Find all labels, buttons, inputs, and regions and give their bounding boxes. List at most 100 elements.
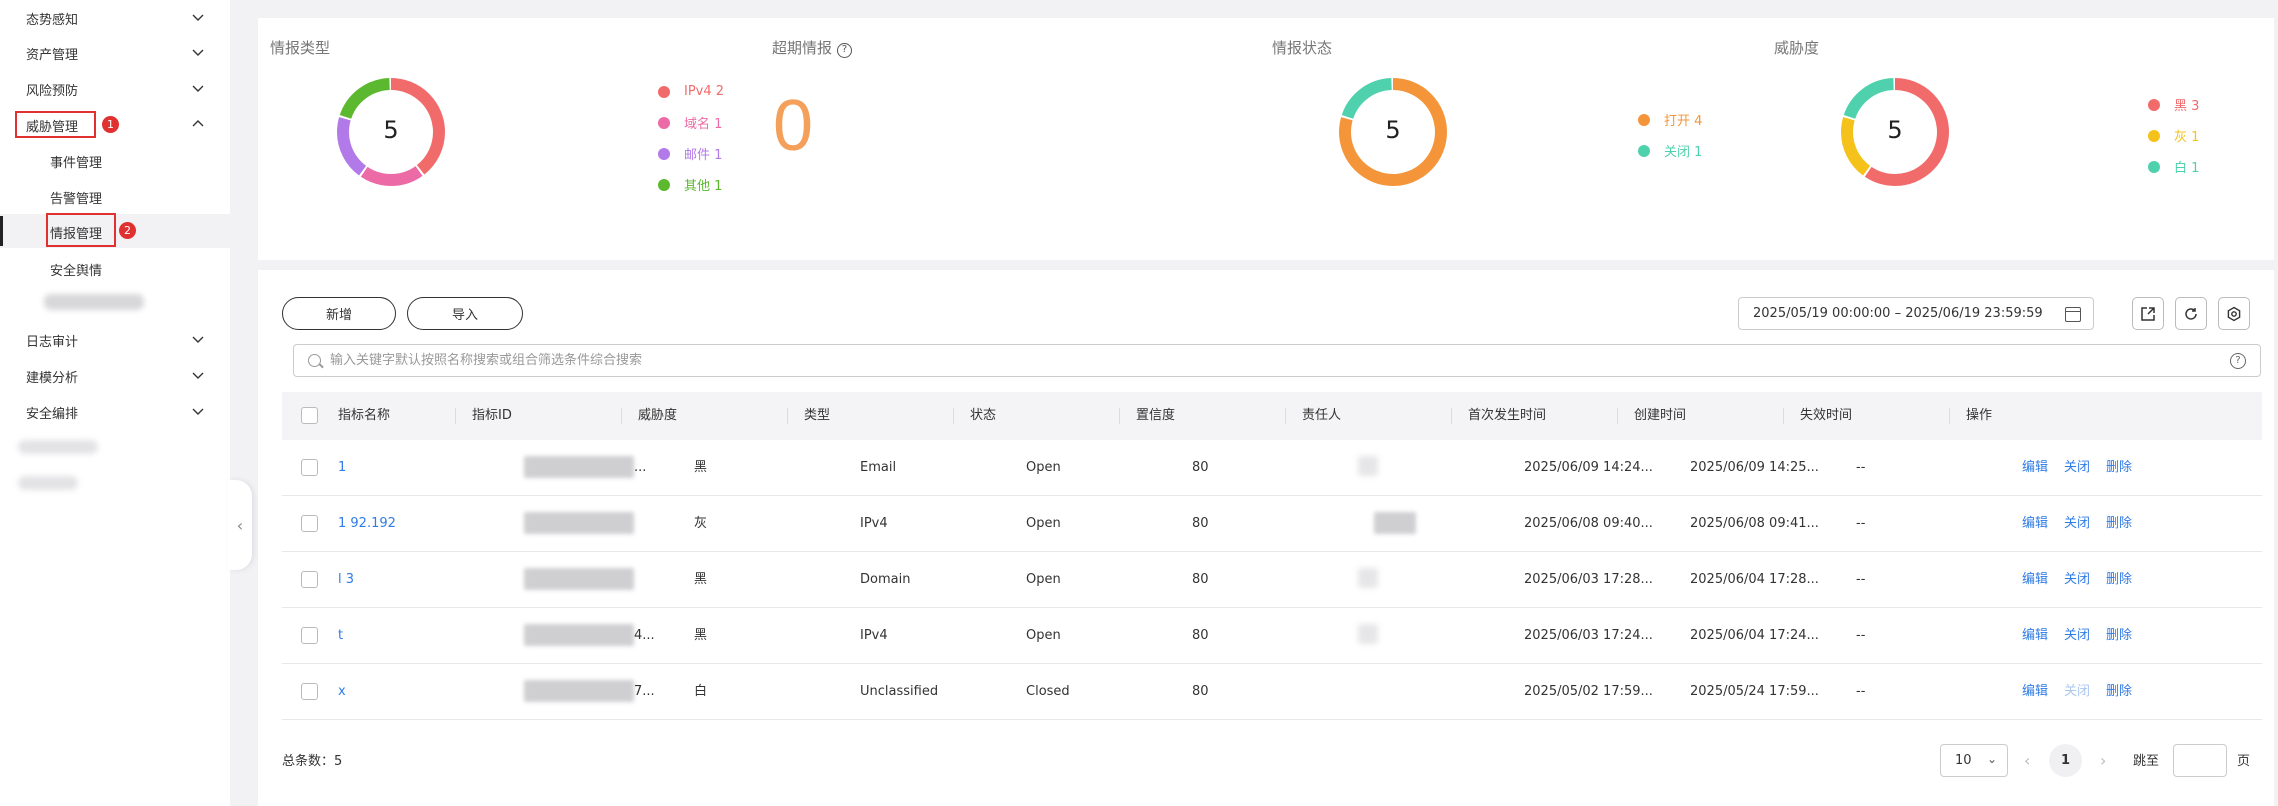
redacted-owner xyxy=(1358,456,1378,476)
legend-item[interactable]: 打开 4 xyxy=(1638,104,1702,135)
indicator-type: Domain xyxy=(860,572,911,587)
chevron-down-icon xyxy=(192,408,204,415)
page-number-current[interactable]: 1 xyxy=(2049,744,2082,777)
column-header[interactable]: 置信度 xyxy=(1136,392,1175,440)
delete-link[interactable]: 删除 xyxy=(2106,496,2132,552)
indicator-name-link[interactable]: 1 xyxy=(338,440,346,496)
edit-link[interactable]: 编辑 xyxy=(2022,664,2048,720)
sidebar-item-log-audit[interactable]: 日志审计 xyxy=(0,322,230,356)
row-checkbox[interactable] xyxy=(301,627,318,644)
search-field[interactable]: ? xyxy=(293,344,2261,377)
indicator-name-link[interactable]: 1 92.192 xyxy=(338,496,396,552)
table-row: 1 ... 黑 Email Open 80 2025/06/09 14:24..… xyxy=(282,440,2262,496)
row-checkbox[interactable] xyxy=(301,571,318,588)
sidebar-item-situation[interactable]: 态势感知 xyxy=(0,0,230,34)
close-link[interactable]: 关闭 xyxy=(2064,552,2090,608)
chevron-down-icon xyxy=(192,14,204,21)
export-icon xyxy=(2141,306,2155,321)
sidebar-item-modeling[interactable]: 建模分析 xyxy=(0,358,230,392)
sidebar-collapse-button[interactable]: ‹ xyxy=(228,480,252,570)
legend-dot-icon xyxy=(1638,144,1650,157)
search-input[interactable] xyxy=(330,345,2210,376)
delete-link[interactable]: 删除 xyxy=(2106,664,2132,720)
export-button[interactable] xyxy=(2132,297,2164,330)
threat-level: 灰 xyxy=(694,516,708,531)
next-page-button[interactable]: › xyxy=(2100,744,2106,777)
redacted-indicator-id xyxy=(524,568,634,590)
select-all-checkbox[interactable] xyxy=(301,407,318,424)
legend-item[interactable]: 其他 1 xyxy=(658,169,724,200)
legend-dot-icon xyxy=(2148,129,2160,142)
legend-item[interactable]: 关闭 1 xyxy=(1638,135,1702,166)
indicator-name-link[interactable]: l 3 xyxy=(338,552,354,608)
legend-item[interactable]: 域名 1 xyxy=(658,107,724,138)
column-divider xyxy=(1119,408,1120,424)
redacted-item xyxy=(44,294,144,310)
create-time: 2025/06/04 17:28... xyxy=(1690,572,1819,587)
settings-button[interactable] xyxy=(2218,297,2250,330)
column-header[interactable]: 失效时间 xyxy=(1800,392,1852,440)
edit-link[interactable]: 编辑 xyxy=(2022,440,2048,496)
stat-title-threat: 威胁度 xyxy=(1774,39,1820,57)
threat-legend: 黑 3 灰 1 白 1 xyxy=(2148,89,2199,182)
close-link[interactable]: 关闭 xyxy=(2064,440,2090,496)
refresh-button[interactable] xyxy=(2175,297,2207,330)
add-button[interactable]: 新增 xyxy=(282,297,396,330)
redacted-owner xyxy=(1374,512,1416,534)
edit-link[interactable]: 编辑 xyxy=(2022,496,2048,552)
import-button[interactable]: 导入 xyxy=(407,297,523,330)
redacted-owner xyxy=(1358,568,1378,588)
status-legend: 打开 4 关闭 1 xyxy=(1638,104,1702,166)
column-header[interactable]: 威胁度 xyxy=(638,392,677,440)
table-row: x 7... 白 Unclassified Closed 80 2025/05/… xyxy=(282,664,2262,720)
jump-page-input[interactable] xyxy=(2173,744,2227,777)
delete-link[interactable]: 删除 xyxy=(2106,608,2132,664)
redacted-item xyxy=(18,440,98,454)
gear-icon xyxy=(2227,306,2241,321)
legend-item[interactable]: 黑 3 xyxy=(2148,89,2199,120)
column-header[interactable]: 状态 xyxy=(970,392,996,440)
legend-item[interactable]: 邮件 1 xyxy=(658,138,724,169)
indicator-name-link[interactable]: x xyxy=(338,664,346,720)
sidebar-item-risk[interactable]: 风险预防 xyxy=(0,71,230,105)
legend-item[interactable]: 白 1 xyxy=(2148,151,2199,182)
column-header[interactable]: 首次发生时间 xyxy=(1468,392,1546,440)
row-checkbox[interactable] xyxy=(301,459,318,476)
chevron-down-icon xyxy=(192,372,204,379)
page-unit-label: 页 xyxy=(2237,754,2251,769)
close-link[interactable]: 关闭 xyxy=(2064,608,2090,664)
sidebar-item-public-opinion[interactable]: 安全舆情 xyxy=(0,251,230,285)
sidebar-item-orchestration[interactable]: 安全编排 xyxy=(0,394,230,428)
column-header[interactable]: 创建时间 xyxy=(1634,392,1686,440)
sidebar-item-alerts[interactable]: 告警管理 xyxy=(0,179,230,213)
help-icon[interactable]: ? xyxy=(2230,353,2246,369)
jump-label: 跳至 xyxy=(2133,754,2160,769)
row-checkbox[interactable] xyxy=(301,515,318,532)
prev-page-button[interactable]: ‹ xyxy=(2024,744,2030,777)
column-header[interactable]: 责任人 xyxy=(1302,392,1341,440)
legend-item[interactable]: 灰 1 xyxy=(2148,120,2199,151)
date-range-picker[interactable]: 2025/05/19 00:00:00 – 2025/06/19 23:59:5… xyxy=(1738,297,2094,330)
sidebar-item-events[interactable]: 事件管理 xyxy=(0,143,230,177)
sidebar-item-assets[interactable]: 资产管理 xyxy=(0,35,230,69)
edit-link[interactable]: 编辑 xyxy=(2022,608,2048,664)
delete-link[interactable]: 删除 xyxy=(2106,440,2132,496)
expired-count: 0 xyxy=(773,86,814,166)
legend-label: 白 1 xyxy=(2174,161,2200,176)
threat-level: 黑 xyxy=(694,572,708,587)
page-size-select[interactable]: 10 ⌄ xyxy=(1940,744,2008,777)
delete-link[interactable]: 删除 xyxy=(2106,552,2132,608)
indicator-name-link[interactable]: t xyxy=(338,608,343,664)
sidebar-item-intelligence[interactable]: 情报管理 xyxy=(0,214,230,248)
indicator-id-suffix: 7... xyxy=(634,684,655,699)
column-header[interactable]: 指标ID xyxy=(472,392,512,440)
indicator-type: Email xyxy=(860,460,897,475)
row-checkbox[interactable] xyxy=(301,683,318,700)
legend-dot-icon xyxy=(658,116,670,129)
edit-link[interactable]: 编辑 xyxy=(2022,552,2048,608)
help-icon[interactable]: ? xyxy=(837,43,853,58)
legend-item[interactable]: IPv4 2 xyxy=(658,76,724,107)
close-link[interactable]: 关闭 xyxy=(2064,496,2090,552)
column-header[interactable]: 类型 xyxy=(804,392,830,440)
column-header[interactable]: 指标名称 xyxy=(338,392,390,440)
